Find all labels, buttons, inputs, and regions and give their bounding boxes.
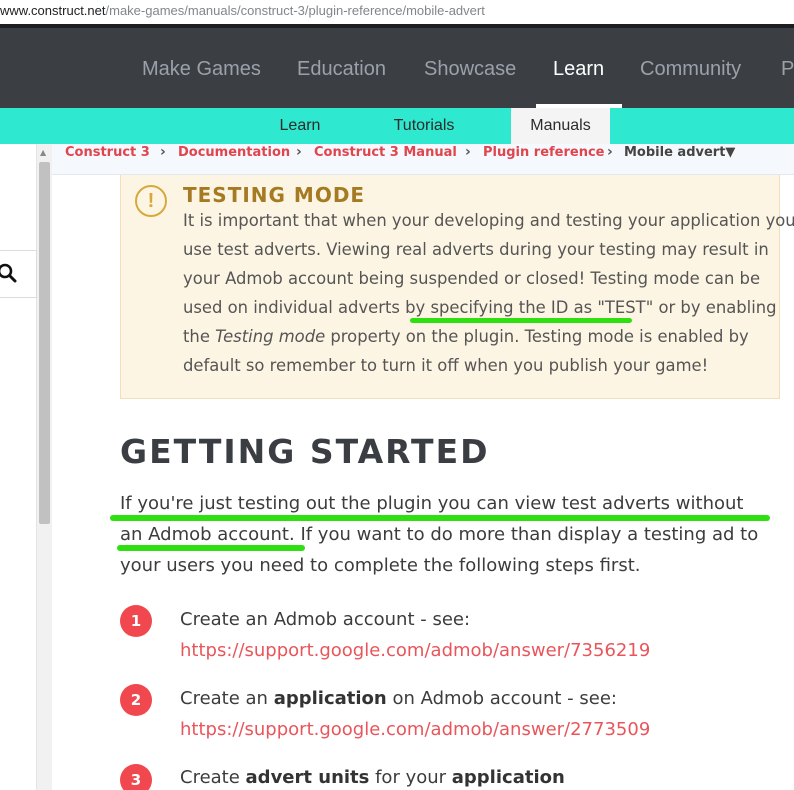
intro-line: your users you need to complete the foll… — [120, 555, 641, 576]
step-text-part: Create — [180, 767, 246, 788]
step-bold-text: advert units — [245, 767, 370, 788]
step-link[interactable]: https://support.google.com/admob/answer/… — [180, 640, 650, 661]
notice-line: the Testing mode property on the plugin.… — [183, 327, 749, 346]
chevron-right-icon: › — [465, 144, 471, 160]
subnav-learn[interactable]: Learn — [262, 108, 338, 144]
step-text: Create advert units for your application — [180, 767, 565, 788]
breadcrumb-current-dropdown[interactable]: Mobile advert▼ — [624, 145, 735, 160]
nav-partial[interactable]: P — [781, 58, 794, 81]
main-nav: Make Games Education Showcase Learn Comm… — [0, 28, 794, 108]
step-number-badge: 2 — [120, 684, 152, 716]
notice-emphasis: Testing mode — [215, 327, 326, 346]
intro-highlight-text: an Admob account. — [120, 524, 295, 545]
scroll-up-arrow-icon[interactable]: ▲ — [40, 148, 46, 157]
url-path: /make-games/manuals/construct-3/plugin-r… — [105, 3, 485, 18]
chevron-right-icon: › — [160, 144, 166, 160]
nav-make-games[interactable]: Make Games — [142, 58, 261, 81]
highlight-underline — [410, 318, 632, 323]
notice-line: default so remember to turn it off when … — [183, 356, 709, 375]
breadcrumb-plugin-reference[interactable]: Plugin reference — [483, 145, 605, 160]
notice-line: your Admob account being suspended or cl… — [183, 269, 761, 288]
step-text-part: for your — [369, 767, 452, 788]
step-link[interactable]: https://support.google.com/admob/answer/… — [180, 719, 650, 740]
notice-highlight-text: specifying the ID as "TEST" — [430, 298, 654, 317]
intro-line: an Admob account. If you want to do more… — [120, 524, 758, 545]
address-bar[interactable]: www.construct.net/make-games/manuals/con… — [0, 0, 794, 24]
step-text-part: Create an — [180, 688, 274, 709]
nav-showcase[interactable]: Showcase — [424, 58, 516, 81]
testing-mode-notice: ! TESTING MODE It is important that when… — [120, 175, 794, 399]
step-bold-text: application — [273, 688, 387, 709]
intro-text: If you want to do more than display a te… — [294, 524, 759, 545]
breadcrumb-documentation[interactable]: Documentation — [178, 145, 290, 160]
notice-line: use test adverts. Viewing real adverts d… — [183, 240, 769, 259]
step-number-badge: 3 — [120, 764, 152, 790]
step-text-part: on Admob account - see: — [386, 688, 617, 709]
subnav-tutorials[interactable]: Tutorials — [380, 108, 468, 144]
scrollbar-thumb[interactable] — [39, 162, 50, 524]
getting-started-heading: GETTING STARTED — [120, 432, 490, 471]
highlight-underline — [110, 515, 770, 521]
notice-text: used on individual adverts by — [183, 298, 431, 317]
search-icon — [0, 263, 17, 283]
warning-icon: ! — [135, 185, 167, 217]
sidebar-search-button[interactable] — [0, 250, 37, 298]
breadcrumb-construct-3-manual[interactable]: Construct 3 Manual — [314, 145, 457, 160]
intro-line: If you're just testing out the plugin yo… — [120, 493, 744, 514]
highlight-underline — [117, 545, 305, 551]
nav-learn[interactable]: Learn — [553, 58, 604, 81]
breadcrumb: Construct 3 › Documentation › Construct … — [52, 144, 794, 175]
chevron-right-icon: › — [607, 144, 613, 160]
notice-title: TESTING MODE — [183, 183, 366, 207]
left-sidebar — [0, 144, 37, 790]
step-bold-text: application — [451, 767, 565, 788]
chevron-right-icon: › — [296, 144, 302, 160]
nav-education[interactable]: Education — [297, 58, 386, 81]
step-text: Create an Admob account - see: — [180, 609, 471, 630]
notice-line: used on individual adverts by specifying… — [183, 298, 777, 317]
nav-community[interactable]: Community — [640, 58, 741, 81]
breadcrumb-construct-3[interactable]: Construct 3 — [65, 145, 150, 160]
step-number-badge: 1 — [120, 605, 152, 637]
sub-nav: Learn Tutorials Manuals — [0, 108, 794, 144]
sidebar-scrollbar[interactable]: ▲ — [37, 144, 52, 790]
subnav-manuals[interactable]: Manuals — [511, 108, 610, 144]
url-domain: www.construct.net — [0, 3, 106, 18]
notice-text: the — [183, 327, 216, 346]
notice-text: or by enabling — [653, 298, 777, 317]
notice-line: It is important that when your developin… — [183, 211, 794, 230]
notice-text: property on the plugin. Testing mode is … — [325, 327, 749, 346]
step-text: Create an application on Admob account -… — [180, 688, 617, 709]
